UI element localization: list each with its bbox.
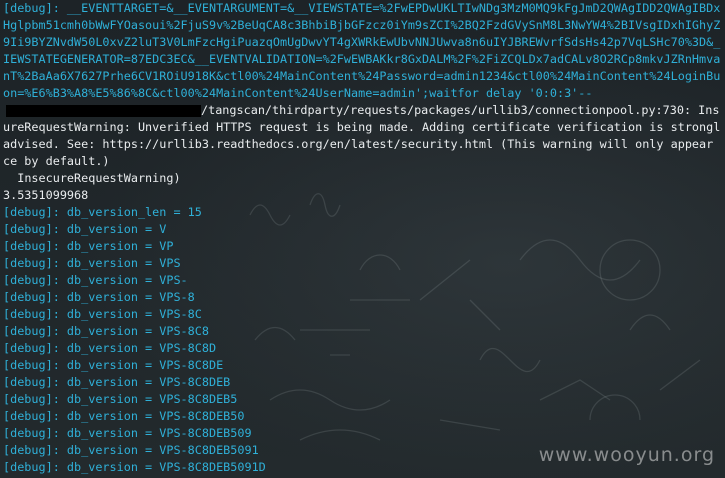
- debug-line: [debug]: db_version = VP: [3, 239, 174, 253]
- terminal-output: [debug]: __EVENTTARGET=&__EVENTARGUMENT=…: [3, 0, 723, 476]
- warning-class: InsecureRequestWarning): [3, 171, 181, 185]
- request-line: on=%E6%B3%A8%E5%86%8C&ctl00%24MainConten…: [3, 86, 593, 100]
- request-line: [debug]: __EVENTTARGET=&__EVENTARGUMENT=…: [3, 1, 721, 15]
- debug-line: [debug]: db_version = VPS-8C8DE: [3, 358, 224, 372]
- request-line: nT%2BaAa6X7627Prhe6CV1ROiU918K&ctl00%24M…: [3, 69, 721, 83]
- warning-line: advised. See: https://urllib3.readthedoc…: [3, 137, 714, 151]
- warning-path: /tangscan/thirdparty/requests/packages/u…: [201, 103, 720, 117]
- debug-line: [debug]: db_version = VPS-: [3, 273, 188, 287]
- request-line: 9Ii9BYZNvdW50L0xvZ2luT3V0LmFzcHgiPuazqOm…: [3, 35, 721, 49]
- debug-line: [debug]: db_version = VPS-8C8DEB509: [3, 426, 252, 440]
- debug-line: [debug]: db_version = VPS-8C8DEB5: [3, 392, 238, 406]
- debug-line: [debug]: db_version = VPS: [3, 256, 181, 270]
- debug-line: [debug]: db_version = VPS-8C: [3, 307, 202, 321]
- request-line: Hglpbm51cmh0bWwFYOasoui%2FjuS9v%2BeUqCA8…: [3, 18, 721, 32]
- debug-line: [debug]: db_version_len = 15: [3, 205, 202, 219]
- watermark: www.wooyun.org: [538, 444, 715, 466]
- debug-line: [debug]: db_version = VPS-8C8DEB50: [3, 409, 245, 423]
- terminal-window: [debug]: __EVENTTARGET=&__EVENTARGUMENT=…: [0, 0, 725, 478]
- debug-line: [debug]: db_version = VPS-8C8D: [3, 341, 217, 355]
- warning-line: ce by default.): [3, 154, 110, 168]
- request-line: IEWSTATEGENERATOR=87EDC3EC&__EVENTVALIDA…: [3, 52, 721, 66]
- debug-line: [debug]: db_version = VPS-8C8DEB: [3, 375, 231, 389]
- debug-line: [debug]: db_version = VPS-8: [3, 290, 195, 304]
- debug-line: [debug]: db_version = V: [3, 222, 167, 236]
- debug-line: [debug]: db_version = VPS-8C8: [3, 324, 209, 338]
- timing-value: 3.5351099968: [3, 188, 89, 202]
- warning-line: ureRequestWarning: Unverified HTTPS requ…: [3, 120, 721, 134]
